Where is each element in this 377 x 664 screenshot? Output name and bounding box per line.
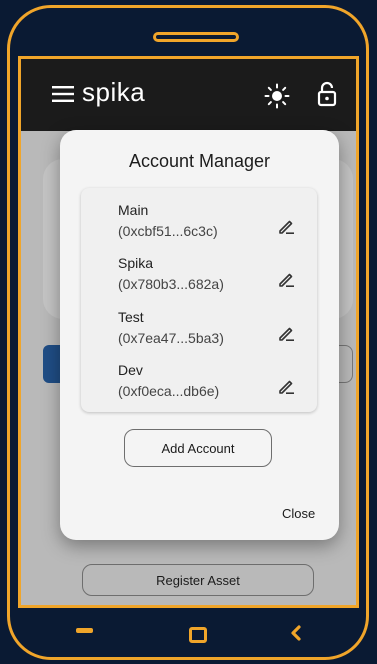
dialog-title: Account Manager (128, 151, 271, 171)
add-account-button[interactable]: Add Account (124, 429, 272, 467)
phone-speaker (153, 32, 239, 42)
account-name: Dev (118, 362, 143, 378)
pencil-icon[interactable] (277, 323, 297, 343)
app-bar: spika (21, 59, 356, 131)
lock-icon[interactable] (317, 81, 337, 107)
account-item-spika[interactable]: Spika (0x780b3...682a) (81, 255, 317, 311)
pencil-icon[interactable] (277, 269, 297, 289)
account-name: Spika (118, 255, 154, 271)
account-list: Main (0xcbf51...6c3c) Spika (0x780b3...6… (81, 188, 317, 412)
account-address: (0xf0eca...db6e) (118, 383, 220, 399)
account-item-test[interactable]: Test (0x7ea47...5ba3) (81, 309, 317, 365)
nav-back-icon[interactable] (76, 628, 93, 633)
account-item-dev[interactable]: Dev (0xf0eca...db6e) (81, 362, 317, 418)
register-asset-button[interactable]: Register Asset (82, 564, 314, 596)
app-logo: spika (82, 77, 146, 107)
account-name: Test (118, 309, 144, 325)
menu-icon[interactable] (52, 86, 74, 102)
account-address: (0x780b3...682a) (118, 276, 224, 292)
account-address: (0xcbf51...6c3c) (118, 223, 218, 239)
nav-chevron-left-icon[interactable] (289, 625, 303, 641)
pencil-icon[interactable] (277, 376, 297, 396)
account-address: (0x7ea47...5ba3) (118, 330, 224, 346)
account-item-main[interactable]: Main (0xcbf51...6c3c) (81, 202, 317, 258)
close-button[interactable]: Close (282, 506, 315, 521)
pencil-icon[interactable] (277, 216, 297, 236)
account-name: Main (118, 202, 149, 218)
nav-home-icon[interactable] (189, 627, 207, 643)
account-manager-dialog: Account Manager Main (0xcbf51...6c3c) Sp… (60, 130, 339, 540)
screen: spika Register Asset Account Manager Mai… (18, 56, 359, 608)
sun-icon[interactable] (264, 83, 290, 109)
